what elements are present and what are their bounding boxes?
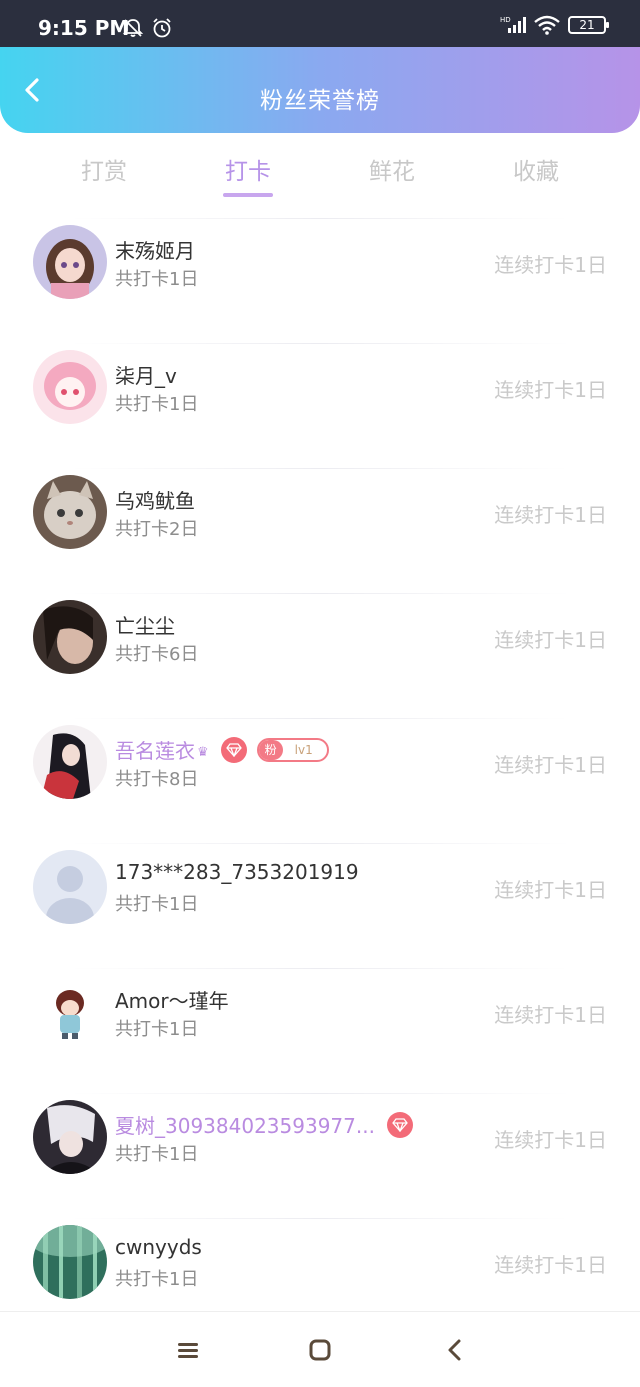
name-line: 夏树_309384023593977... (115, 1110, 413, 1139)
list-item[interactable]: 柒月_v 共打卡1日 连续打卡1日 (0, 333, 640, 458)
name-line: 乌鸡鱿鱼 (115, 485, 195, 514)
page-title: 粉丝荣誉榜 (260, 88, 380, 114)
total-checkins: 共打卡6日 (115, 644, 199, 665)
diamond-badge-icon (220, 736, 247, 763)
default-avatar[interactable] (33, 850, 107, 924)
svg-text:HD: HD (500, 16, 511, 24)
name-line: cwnyyds (115, 1235, 202, 1259)
ranking-list: 末殇姬月 共打卡1日 连续打卡1日 柒月_v 共打卡1日 连续打卡1日 乌鸡鱿鱼… (0, 208, 640, 1333)
status-right-group: HD 21 (500, 15, 609, 35)
total-checkins: 共打卡8日 (115, 769, 199, 790)
streak-label: 连续打卡1日 (494, 753, 607, 777)
divider (70, 843, 570, 844)
streak-label: 连续打卡1日 (494, 1253, 607, 1277)
user-name[interactable]: Amor～瑾年 (115, 985, 229, 1014)
divider (70, 593, 570, 594)
mute-bell-icon (122, 19, 144, 37)
streak-label: 连续打卡1日 (494, 628, 607, 652)
divider (70, 218, 570, 219)
name-line: 亡尘尘 (115, 610, 175, 639)
tab-bar: 打赏 打卡 鲜花 收藏 (0, 140, 640, 204)
streak-label: 连续打卡1日 (494, 878, 607, 902)
list-item[interactable]: 夏树_309384023593977... 共打卡1日 连续打卡1日 (0, 1083, 640, 1208)
name-line: 173***283_7353201919 (115, 860, 359, 884)
divider (70, 968, 570, 969)
user-name[interactable]: 吾名莲衣 (115, 735, 195, 764)
divider (70, 343, 570, 344)
tab-checkin[interactable]: 打卡 (188, 152, 308, 186)
total-checkins: 共打卡1日 (115, 1144, 199, 1165)
list-item[interactable]: 末殇姬月 共打卡1日 连续打卡1日 (0, 208, 640, 333)
user-name[interactable]: 夏树_309384023593977... (115, 1110, 375, 1139)
list-item[interactable]: 173***283_7353201919 共打卡1日 连续打卡1日 (0, 833, 640, 958)
name-line: 柒月_v (115, 360, 177, 389)
avatar[interactable] (33, 975, 107, 1049)
user-name[interactable]: 173***283_7353201919 (115, 860, 359, 884)
list-item[interactable]: 吾名莲衣 ♛ 粉 lv1 共打卡8日 连续打卡1日 (0, 708, 640, 833)
streak-label: 连续打卡1日 (494, 378, 607, 402)
total-checkins: 共打卡1日 (115, 394, 199, 415)
list-item[interactable]: 乌鸡鱿鱼 共打卡2日 连续打卡1日 (0, 458, 640, 583)
user-name[interactable]: 乌鸡鱿鱼 (115, 485, 195, 514)
back-triangle-icon[interactable] (441, 1336, 469, 1364)
user-name[interactable]: 末殇姬月 (115, 235, 195, 264)
user-name[interactable]: 亡尘尘 (115, 610, 175, 639)
divider (70, 1218, 570, 1219)
avatar[interactable] (33, 475, 107, 549)
list-item[interactable]: Amor～瑾年 共打卡1日 连续打卡1日 (0, 958, 640, 1083)
fan-badge-level: lv1 (294, 742, 313, 757)
total-checkins: 共打卡1日 (115, 894, 199, 915)
status-bar: 9:15 PM HD 21 (0, 0, 640, 47)
hd-signal-icon: HD (500, 16, 526, 33)
streak-label: 连续打卡1日 (494, 253, 607, 277)
name-line: Amor～瑾年 (115, 985, 229, 1014)
fan-badge-label: 粉 (258, 739, 283, 760)
crown-icon: ♛ (197, 745, 209, 760)
system-nav-bar (0, 1311, 640, 1387)
user-name[interactable]: 柒月_v (115, 360, 177, 389)
streak-label: 连续打卡1日 (494, 1128, 607, 1152)
avatar[interactable] (33, 725, 107, 799)
total-checkins: 共打卡1日 (115, 269, 199, 290)
header: 粉丝荣誉榜 (0, 47, 640, 133)
divider (70, 718, 570, 719)
avatar[interactable] (33, 1225, 107, 1299)
avatar[interactable] (33, 600, 107, 674)
list-item[interactable]: 亡尘尘 共打卡6日 连续打卡1日 (0, 583, 640, 708)
name-line: 吾名莲衣 ♛ 粉 lv1 (115, 735, 329, 764)
fan-level-badge: 粉 lv1 (256, 737, 329, 762)
tab-reward[interactable]: 打赏 (44, 152, 164, 186)
tab-flowers[interactable]: 鲜花 (332, 152, 452, 186)
divider (70, 1093, 570, 1094)
home-square-icon[interactable] (306, 1336, 334, 1364)
streak-label: 连续打卡1日 (494, 1003, 607, 1027)
active-tab-underline (223, 193, 273, 197)
user-name[interactable]: cwnyyds (115, 1235, 202, 1259)
divider (70, 468, 570, 469)
wifi-icon (534, 15, 560, 35)
total-checkins: 共打卡2日 (115, 519, 199, 540)
name-line: 末殇姬月 (115, 235, 195, 264)
menu-icon[interactable] (174, 1336, 202, 1364)
battery-icon: 21 (568, 16, 609, 34)
total-checkins: 共打卡1日 (115, 1019, 199, 1040)
status-time: 9:15 PM (38, 16, 130, 40)
streak-label: 连续打卡1日 (494, 503, 607, 527)
total-checkins: 共打卡1日 (115, 1269, 199, 1290)
alarm-icon (153, 18, 171, 38)
avatar[interactable] (33, 350, 107, 424)
avatar[interactable] (33, 225, 107, 299)
avatar[interactable] (33, 1100, 107, 1174)
diamond-badge-icon (386, 1111, 413, 1138)
tab-favorites[interactable]: 收藏 (476, 152, 596, 186)
